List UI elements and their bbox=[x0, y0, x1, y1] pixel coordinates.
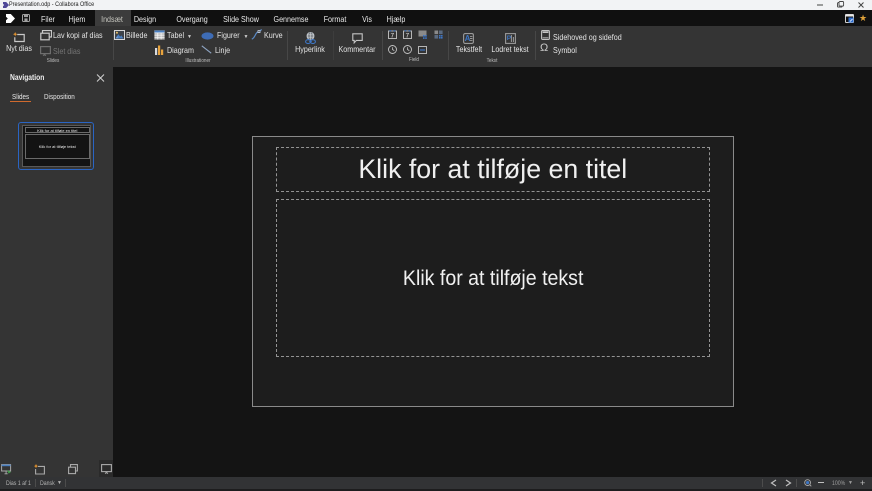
svg-text:A: A bbox=[465, 34, 471, 43]
svg-text:7: 7 bbox=[406, 32, 410, 39]
svg-text:7: 7 bbox=[390, 32, 394, 39]
